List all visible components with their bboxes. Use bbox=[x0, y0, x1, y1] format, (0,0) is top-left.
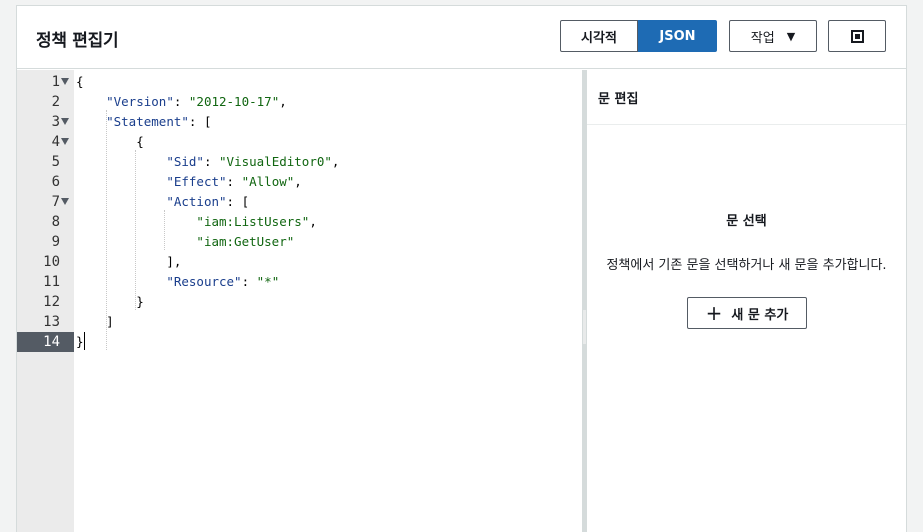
code-text: "Action": [ bbox=[166, 194, 250, 209]
actions-label: 작업 bbox=[750, 30, 775, 46]
tab-visual[interactable]: 시각적 bbox=[560, 20, 638, 52]
empty-state: 문 선택 정책에서 기존 문을 선택하거나 새 문을 추가합니다. + 새 문 … bbox=[587, 210, 906, 329]
policy-editor-panel: 정책 편집기 시각적 JSON 작업 ▼ 1 { 2 "Version": "2… bbox=[16, 5, 907, 532]
line-number: 1 bbox=[51, 74, 60, 90]
fold-arrow-icon[interactable] bbox=[61, 198, 69, 205]
code-line: 7 "Action": [ bbox=[17, 192, 582, 212]
side-panel-title: 문 편집 bbox=[587, 70, 906, 125]
fold-arrow-icon[interactable] bbox=[61, 78, 69, 85]
line-number: 11 bbox=[43, 274, 60, 290]
code-text: "Sid": "VisualEditor0", bbox=[166, 154, 340, 169]
add-statement-button[interactable]: + 새 문 추가 bbox=[687, 297, 807, 329]
line-number: 7 bbox=[51, 194, 60, 210]
empty-state-description: 정책에서 기존 문을 선택하거나 새 문을 추가합니다. bbox=[606, 258, 887, 273]
line-number: 13 bbox=[43, 314, 60, 330]
code-text: "Statement": [ bbox=[106, 114, 212, 129]
tab-json[interactable]: JSON bbox=[638, 20, 717, 52]
line-number: 8 bbox=[51, 214, 60, 230]
code-text: "Resource": "*" bbox=[166, 274, 280, 289]
page-title: 정책 편집기 bbox=[36, 31, 119, 51]
code-text: "iam:ListUsers", bbox=[196, 214, 317, 229]
code-line: 1 { bbox=[17, 72, 582, 92]
line-number: 9 bbox=[51, 234, 60, 250]
line-number: 5 bbox=[51, 154, 60, 170]
code-text: } bbox=[136, 294, 144, 309]
code-text: "Effect": "Allow", bbox=[166, 174, 302, 189]
code-line: 13 ] bbox=[17, 312, 582, 332]
code-line: 9 "iam:GetUser" bbox=[17, 232, 582, 252]
line-number: 3 bbox=[51, 114, 60, 130]
code-text: ] bbox=[106, 314, 114, 329]
line-number: 4 bbox=[51, 134, 60, 150]
code-line: 8 "iam:ListUsers", bbox=[17, 212, 582, 232]
text-cursor bbox=[84, 332, 85, 350]
actions-dropdown-button[interactable]: 작업 ▼ bbox=[729, 20, 817, 52]
plus-icon: + bbox=[705, 301, 723, 325]
code-line: 5 "Sid": "VisualEditor0", bbox=[17, 152, 582, 172]
code-line: 6 "Effect": "Allow", bbox=[17, 172, 582, 192]
statement-editor-panel: 문 편집 문 선택 정책에서 기존 문을 선택하거나 새 문을 추가합니다. +… bbox=[587, 70, 906, 532]
json-code-editor[interactable]: 1 { 2 "Version": "2012-10-17", 3 "Statem… bbox=[17, 70, 582, 532]
code-text: ], bbox=[166, 254, 182, 269]
code-line: 12 } bbox=[17, 292, 582, 312]
view-mode-toggle: 시각적 JSON bbox=[560, 20, 717, 52]
fullscreen-button[interactable] bbox=[828, 20, 886, 52]
line-number: 10 bbox=[43, 254, 60, 270]
line-number: 2 bbox=[51, 94, 60, 110]
line-number: 6 bbox=[51, 174, 60, 190]
code-line: 3 "Statement": [ bbox=[17, 112, 582, 132]
code-text: "iam:GetUser" bbox=[196, 234, 295, 249]
code-text: "Version": "2012-10-17", bbox=[106, 94, 287, 109]
empty-state-title: 문 선택 bbox=[726, 214, 767, 229]
code-line: 10 ], bbox=[17, 252, 582, 272]
add-statement-label: 새 문 추가 bbox=[731, 307, 789, 323]
code-line: 4 { bbox=[17, 132, 582, 152]
panel-header: 정책 편집기 시각적 JSON 작업 ▼ bbox=[17, 6, 906, 69]
code-text: } bbox=[76, 334, 84, 349]
code-line: 2 "Version": "2012-10-17", bbox=[17, 92, 582, 112]
code-text: { bbox=[76, 74, 84, 89]
code-line: 11 "Resource": "*" bbox=[17, 272, 582, 292]
fold-arrow-icon[interactable] bbox=[61, 138, 69, 145]
line-number-active: 14 bbox=[17, 332, 74, 352]
code-text: { bbox=[136, 134, 144, 149]
resize-grip-icon bbox=[583, 310, 586, 344]
code-line-active: 14 } bbox=[17, 332, 582, 352]
fullscreen-icon bbox=[850, 29, 864, 43]
line-number: 12 bbox=[43, 294, 60, 310]
fold-arrow-icon[interactable] bbox=[61, 118, 69, 125]
caret-down-icon: ▼ bbox=[786, 29, 796, 43]
